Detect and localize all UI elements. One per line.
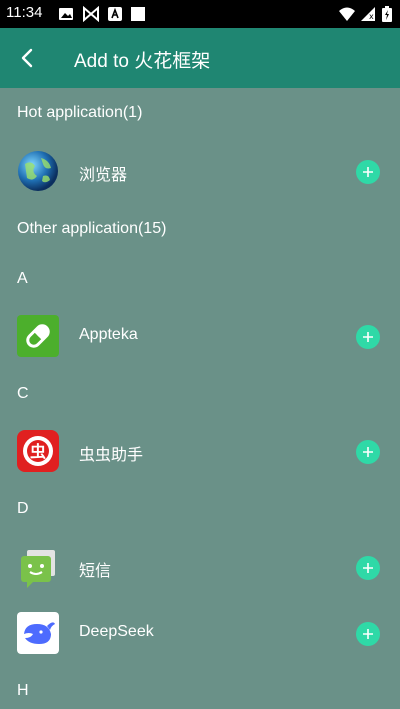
a-box-icon [108,7,122,21]
svg-text:虫: 虫 [30,442,46,461]
plus-icon [363,629,373,639]
sms-icon [21,550,55,588]
wifi-icon [339,7,355,21]
app-row-browser[interactable]: 浏览器 [0,141,400,201]
index-letter: A [17,270,28,287]
plus-icon [363,332,373,342]
plus-icon [363,447,373,457]
square-icon [131,7,145,21]
app-row-appteka[interactable]: Appteka [0,306,400,366]
app-row-chongchong[interactable]: 虫 虫虫助手 [0,421,400,481]
bowtie-icon [83,6,99,22]
index-letter: D [17,500,29,517]
section-other-title: Other application(15) [17,220,167,237]
app-label: 虫虫助手 [79,447,144,464]
back-button[interactable] [14,44,42,72]
app-label: Appteka [79,326,138,343]
globe-icon [18,151,58,191]
index-letter: C [17,385,29,402]
app-label: DeepSeek [79,623,154,640]
app-label: 短信 [79,563,112,580]
plus-icon [363,167,373,177]
add-button[interactable] [356,440,380,464]
whale-icon [17,612,59,654]
app-row-sms[interactable]: 短信 [0,537,400,597]
status-time: 11:34 [6,4,43,21]
signal-icon: x [361,7,375,21]
chongchong-icon: 虫 [17,430,59,472]
add-button[interactable] [356,325,380,349]
app-bar: Add to 火花框架 [0,28,400,88]
section-hot-title: Hot application(1) [17,104,143,121]
plus-icon [363,563,373,573]
add-button[interactable] [356,556,380,580]
index-letter: H [17,682,29,699]
app-row-deepseek[interactable]: DeepSeek [0,603,400,663]
add-button[interactable] [356,622,380,646]
app-label: 浏览器 [79,167,128,184]
capsule-icon [17,315,59,357]
image-icon [59,8,73,20]
status-bar: 11:34 x [0,0,400,28]
svg-text:x: x [369,12,374,21]
add-button[interactable] [356,160,380,184]
battery-icon [382,6,392,22]
page-title: Add to 火花框架 [74,51,211,72]
